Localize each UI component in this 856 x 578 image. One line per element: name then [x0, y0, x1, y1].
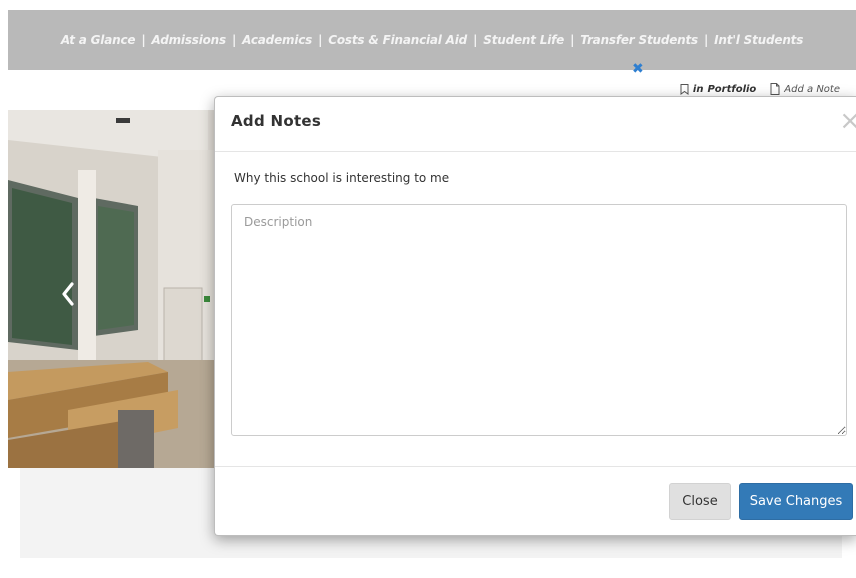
add-note-link[interactable]: Add a Note	[770, 83, 840, 95]
nav-intl-students[interactable]: Int'l Students	[714, 33, 803, 47]
add-note-label: Add a Note	[784, 83, 840, 95]
carousel-prev-button[interactable]	[58, 282, 78, 310]
x-mark-icon[interactable]: ✖	[632, 62, 644, 76]
top-navigation: At a Glance | Admissions | Academics | C…	[8, 10, 856, 70]
nav-at-a-glance[interactable]: At a Glance	[61, 33, 136, 47]
chevron-left-icon	[61, 282, 75, 310]
nav-academics[interactable]: Academics	[242, 33, 312, 47]
save-changes-button[interactable]: Save Changes	[739, 483, 853, 520]
nav-separator: |	[570, 33, 575, 47]
modal-title: Add Notes	[231, 112, 322, 130]
nav-transfer-students[interactable]: Transfer Students	[580, 33, 698, 47]
description-textarea[interactable]	[231, 204, 847, 436]
in-label: in	[692, 83, 704, 95]
add-notes-modal: Add Notes × Why this school is interesti…	[214, 96, 856, 536]
portfolio-label: Portfolio	[707, 83, 757, 95]
portfolio-actions: in Portfolio Add a Note	[680, 83, 840, 95]
close-icon[interactable]: ×	[839, 108, 856, 134]
nav-separator: |	[318, 33, 323, 47]
nav-separator: |	[703, 33, 709, 47]
modal-footer: Close Save Changes	[215, 467, 856, 535]
nav-costs-financial-aid[interactable]: Costs & Financial Aid	[328, 33, 467, 47]
nav-student-life[interactable]: Student Life	[483, 33, 564, 47]
nav-separator: |	[473, 33, 478, 47]
in-portfolio-link[interactable]: in Portfolio	[680, 83, 756, 95]
modal-header: Add Notes ×	[215, 97, 856, 152]
modal-body: Why this school is interesting to me	[215, 152, 856, 467]
close-button[interactable]: Close	[669, 483, 731, 520]
bookmark-icon	[680, 83, 689, 95]
description-label: Why this school is interesting to me	[234, 171, 450, 185]
nav-links: At a Glance | Admissions | Academics | C…	[61, 33, 804, 47]
nav-separator: |	[231, 33, 237, 47]
document-icon	[770, 83, 780, 95]
nav-separator: |	[141, 33, 146, 47]
nav-admissions[interactable]: Admissions	[152, 33, 227, 47]
